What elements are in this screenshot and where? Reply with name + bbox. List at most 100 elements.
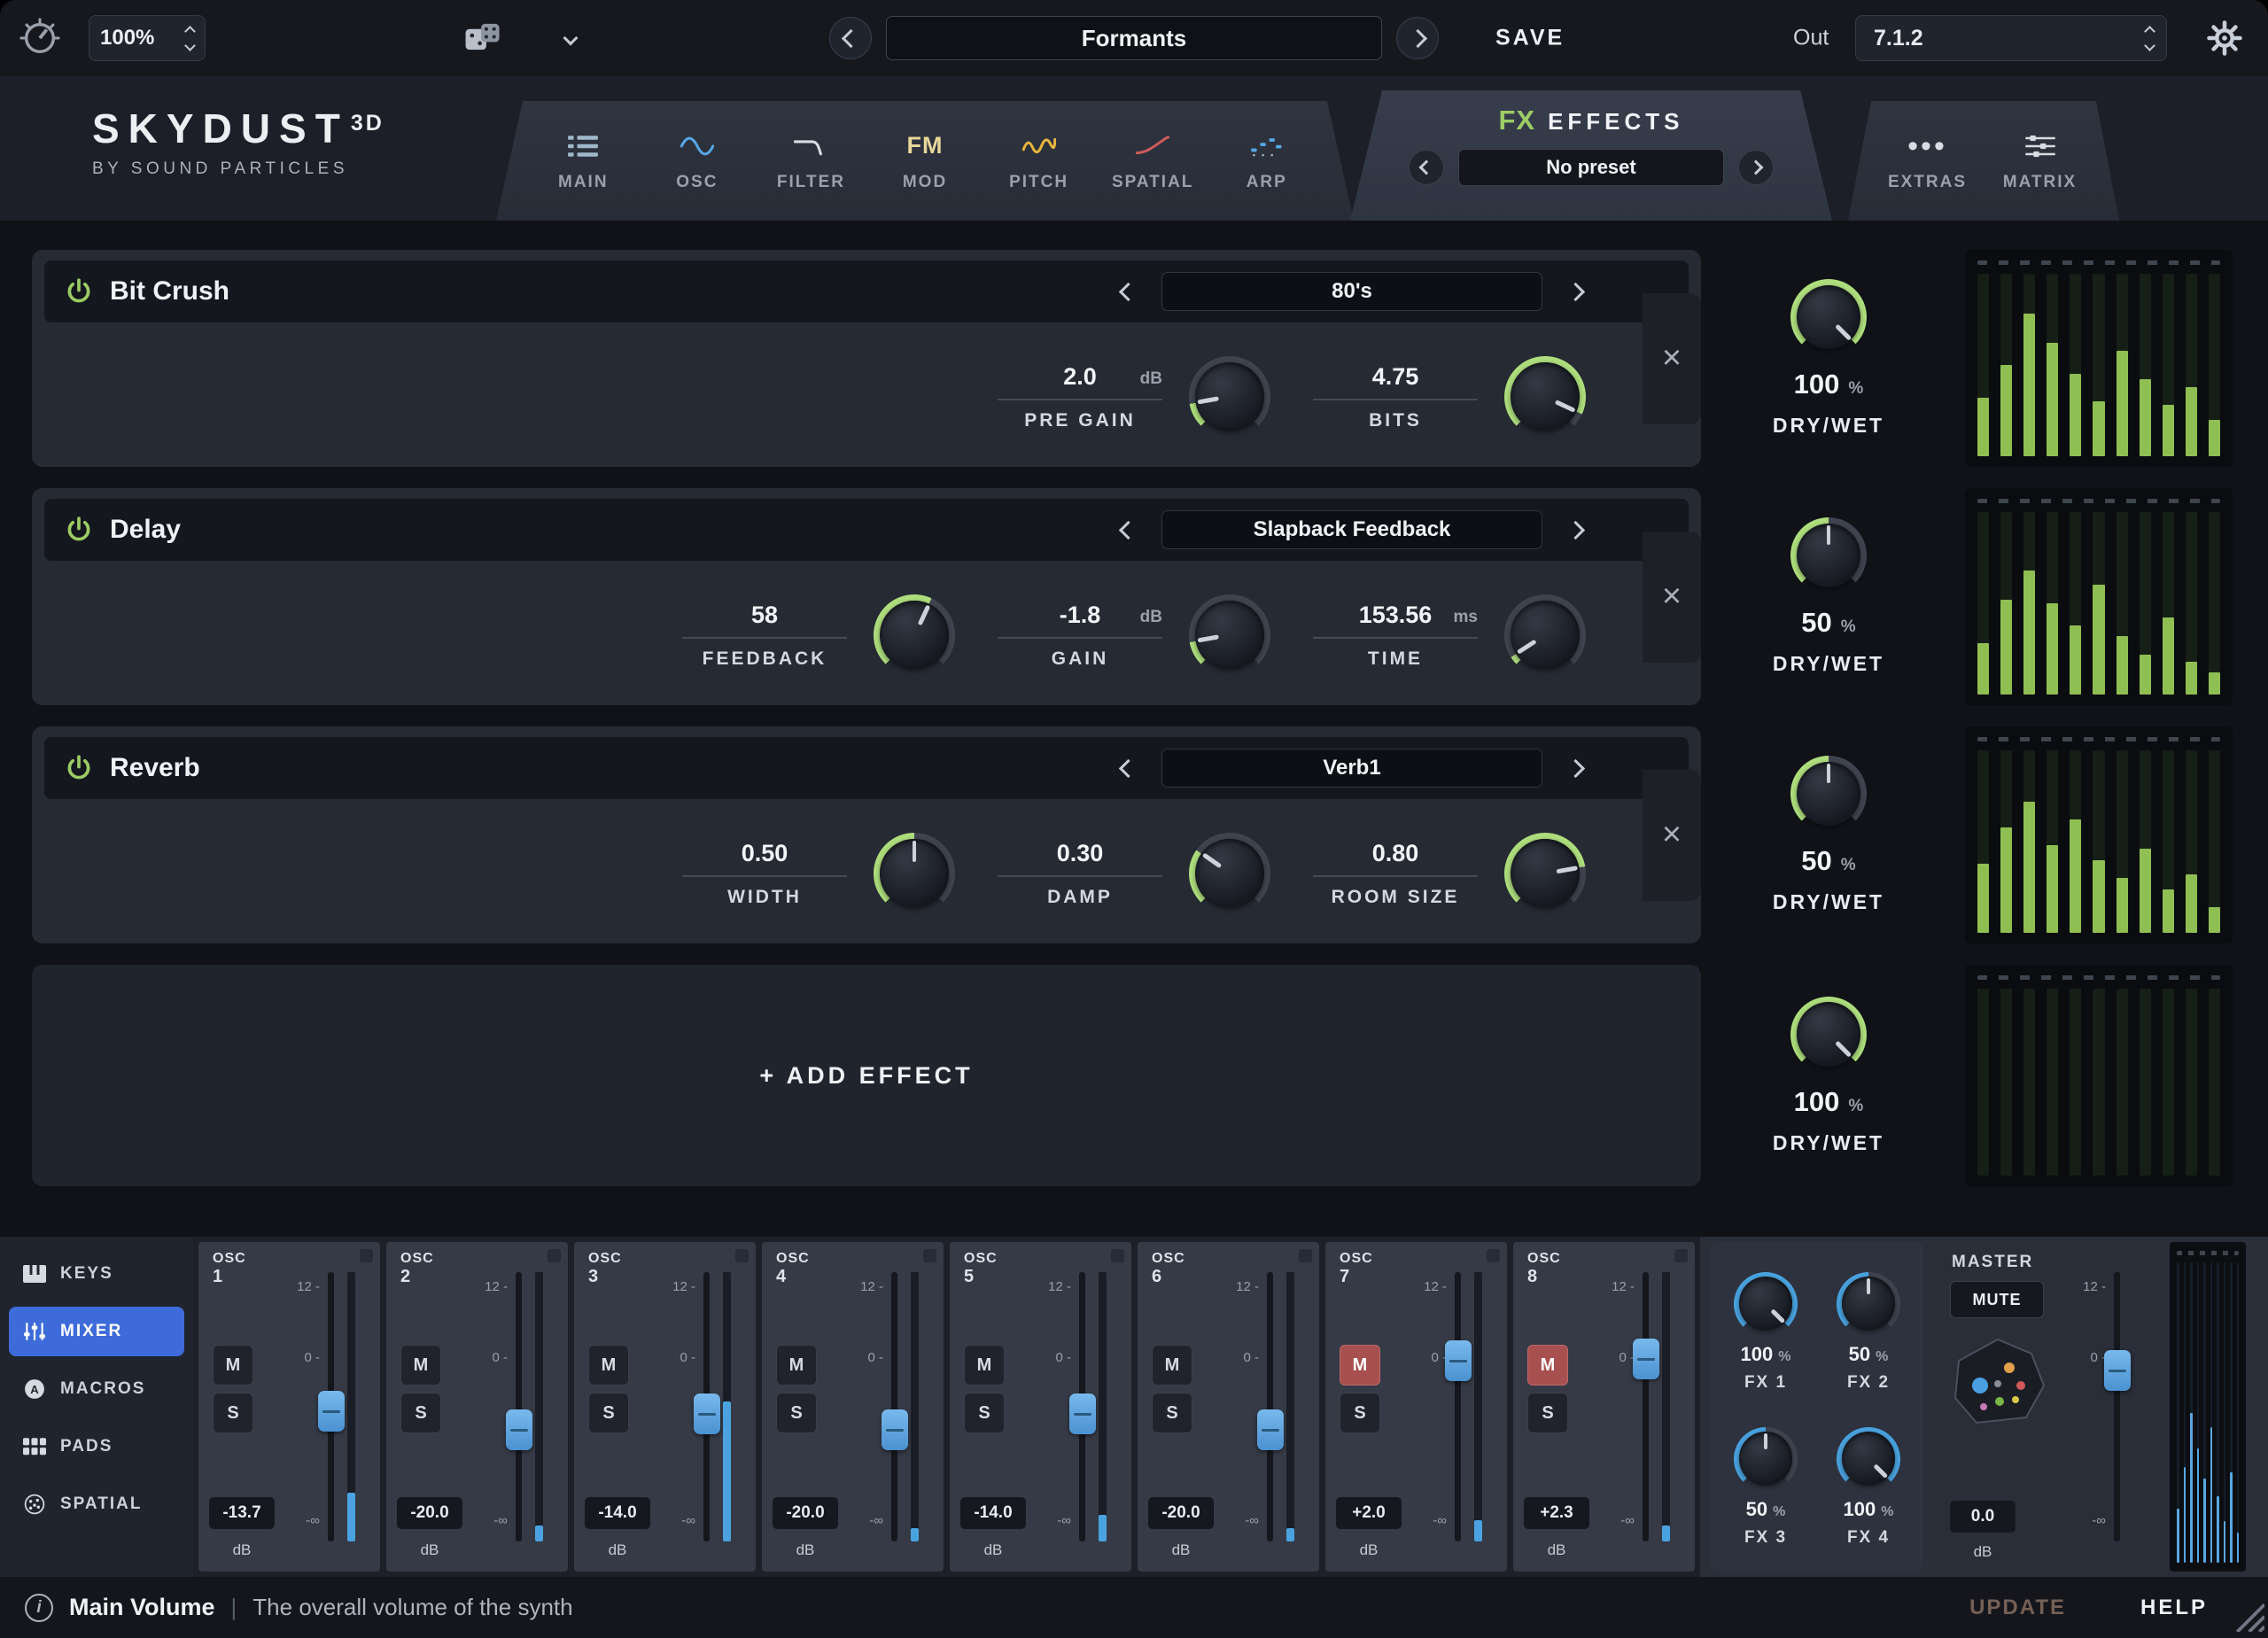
remove-effect-button[interactable]: ×: [1643, 770, 1701, 901]
fader-handle[interactable]: [1257, 1409, 1284, 1450]
preset-browser-caret[interactable]: [555, 33, 586, 43]
fader-handle[interactable]: [1633, 1339, 1659, 1379]
volume-fader[interactable]: [1267, 1272, 1273, 1541]
dry-wet-knob[interactable]: [1790, 997, 1867, 1073]
dry-wet-knob[interactable]: [1790, 756, 1867, 832]
fader-handle[interactable]: [1445, 1340, 1472, 1381]
master-mute-button[interactable]: MUTE: [1950, 1281, 2044, 1318]
sidebar-item-pads[interactable]: PADS: [9, 1422, 184, 1471]
output-stepper[interactable]: [2146, 27, 2154, 50]
volume-fader[interactable]: [328, 1272, 334, 1541]
window-resize-handle[interactable]: [2224, 1591, 2264, 1636]
fx-preset-prev-button[interactable]: [1409, 150, 1444, 185]
effect-preset-next-button[interactable]: [1569, 762, 1582, 775]
remove-effect-button[interactable]: ×: [1643, 532, 1701, 663]
volume-fader[interactable]: [516, 1272, 522, 1541]
tab-extras[interactable]: ••• EXTRAS: [1871, 101, 1984, 221]
preset-next-button[interactable]: [1396, 17, 1439, 59]
effect-preset[interactable]: 80's: [1161, 272, 1542, 311]
channel-options-chip[interactable]: [1111, 1249, 1124, 1262]
bits-knob[interactable]: [1504, 356, 1586, 438]
tab-osc[interactable]: OSC: [641, 101, 755, 221]
update-button[interactable]: UPDATE: [1969, 1595, 2066, 1620]
power-button[interactable]: [64, 515, 94, 545]
tab-filter[interactable]: FILTER: [754, 101, 868, 221]
output-format-select[interactable]: 7.1.2: [1855, 15, 2167, 61]
volume-fader[interactable]: [1455, 1272, 1461, 1541]
global-preset[interactable]: Formants: [886, 16, 1382, 60]
mute-button[interactable]: M: [776, 1345, 817, 1386]
volume-fader[interactable]: [703, 1272, 710, 1541]
fx2-send-knob[interactable]: [1837, 1272, 1900, 1336]
effect-preset-next-button[interactable]: [1569, 285, 1582, 299]
time-knob[interactable]: [1504, 594, 1586, 676]
room-size-knob[interactable]: [1504, 833, 1586, 914]
effect-preset-prev-button[interactable]: [1122, 285, 1135, 299]
channel-options-chip[interactable]: [735, 1249, 749, 1262]
help-button[interactable]: HELP: [2140, 1595, 2208, 1620]
sidebar-item-keys[interactable]: KEYS: [9, 1249, 184, 1299]
tab-spatial[interactable]: SPATIAL: [1096, 101, 1210, 221]
randomize-dice-icon[interactable]: [464, 21, 503, 55]
fader-handle[interactable]: [882, 1409, 908, 1450]
fx4-send-knob[interactable]: [1837, 1427, 1900, 1491]
power-button[interactable]: [64, 276, 94, 307]
master-volume-fader[interactable]: [2114, 1272, 2120, 1541]
save-button[interactable]: SAVE: [1495, 26, 1565, 51]
solo-button[interactable]: S: [776, 1393, 817, 1433]
sidebar-item-spatial[interactable]: SPATIAL: [9, 1479, 184, 1529]
tab-main[interactable]: MAIN: [526, 101, 641, 221]
volume-fader[interactable]: [1079, 1272, 1085, 1541]
channel-options-chip[interactable]: [1674, 1249, 1688, 1262]
fader-handle[interactable]: [694, 1393, 720, 1434]
zoom-control[interactable]: 100%: [89, 15, 206, 61]
gain-knob[interactable]: [1189, 594, 1270, 676]
effect-preset-prev-button[interactable]: [1122, 524, 1135, 537]
sidebar-item-macros[interactable]: A MACROS: [9, 1364, 184, 1414]
pre-gain-knob[interactable]: [1189, 356, 1270, 438]
effect-preset-prev-button[interactable]: [1122, 762, 1135, 775]
mute-button[interactable]: M: [588, 1345, 629, 1386]
solo-button[interactable]: S: [1527, 1393, 1568, 1433]
effect-preset[interactable]: Verb1: [1161, 749, 1542, 788]
tab-mod[interactable]: FM MOD: [868, 101, 983, 221]
power-button[interactable]: [64, 753, 94, 783]
volume-fader[interactable]: [1643, 1272, 1649, 1541]
mute-button-active[interactable]: M: [1340, 1345, 1380, 1386]
volume-fader[interactable]: [891, 1272, 897, 1541]
effect-preset[interactable]: Slapback Feedback: [1161, 510, 1542, 549]
damp-knob[interactable]: [1189, 833, 1270, 914]
width-knob[interactable]: [874, 833, 955, 914]
fx1-send-knob[interactable]: [1734, 1272, 1798, 1336]
settings-gear-icon[interactable]: [2206, 19, 2243, 57]
add-effect-button[interactable]: + ADD EFFECT: [32, 965, 1701, 1186]
channel-options-chip[interactable]: [360, 1249, 373, 1262]
mute-button[interactable]: M: [1152, 1345, 1192, 1386]
solo-button[interactable]: S: [1152, 1393, 1192, 1433]
tab-pitch[interactable]: PITCH: [982, 101, 1096, 221]
tab-fx-effects-active[interactable]: FX EFFECTS No preset: [1350, 90, 1832, 221]
fader-handle[interactable]: [318, 1391, 345, 1432]
solo-button[interactable]: S: [1340, 1393, 1380, 1433]
tab-matrix[interactable]: MATRIX: [1984, 101, 2096, 221]
spatial-pad-widget[interactable]: [1945, 1334, 2051, 1436]
remove-effect-button[interactable]: ×: [1643, 293, 1701, 424]
channel-options-chip[interactable]: [1487, 1249, 1500, 1262]
mute-button[interactable]: M: [400, 1345, 441, 1386]
fx3-send-knob[interactable]: [1734, 1427, 1798, 1491]
dry-wet-knob[interactable]: [1790, 279, 1867, 355]
feedback-knob[interactable]: [874, 594, 955, 676]
dry-wet-knob[interactable]: [1790, 517, 1867, 594]
preset-prev-button[interactable]: [829, 17, 872, 59]
solo-button[interactable]: S: [213, 1393, 253, 1433]
fader-handle[interactable]: [506, 1409, 532, 1450]
channel-options-chip[interactable]: [548, 1249, 561, 1262]
solo-button[interactable]: S: [964, 1393, 1005, 1433]
solo-button[interactable]: S: [400, 1393, 441, 1433]
channel-options-chip[interactable]: [1299, 1249, 1312, 1262]
channel-options-chip[interactable]: [923, 1249, 936, 1262]
zoom-stepper[interactable]: [186, 27, 194, 50]
mute-button-active[interactable]: M: [1527, 1345, 1568, 1386]
fader-handle[interactable]: [2104, 1350, 2131, 1391]
mute-button[interactable]: M: [964, 1345, 1005, 1386]
